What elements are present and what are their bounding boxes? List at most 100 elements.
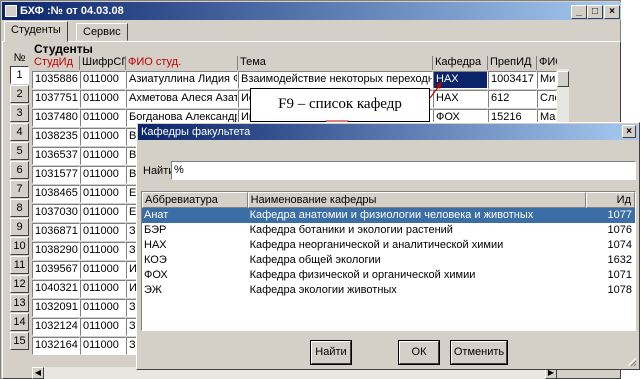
cell-student-id[interactable]: 1040321 bbox=[32, 280, 80, 298]
cell-student-name[interactable]: Ахметова Алеся Азат bbox=[126, 90, 238, 108]
window-titlebar[interactable]: БХФ :№ от 04.03.08 _ □ × bbox=[2, 2, 621, 20]
cell-student-id[interactable]: 1031577 bbox=[32, 166, 80, 184]
list-item[interactable]: Анат Кафедра анатомии и физиологии челове… bbox=[142, 208, 635, 223]
cell-teacher-name[interactable]: Сло bbox=[537, 90, 557, 108]
row-number-button[interactable]: 4 bbox=[10, 123, 29, 141]
cell-topic[interactable]: Взаимодействие некоторых переходных bbox=[238, 71, 433, 89]
dept-abbr: ФОХ bbox=[144, 269, 168, 281]
resize-grip-icon[interactable] bbox=[627, 357, 637, 367]
cell-student-id[interactable]: 1038465 bbox=[32, 185, 80, 203]
col-header-student-name[interactable]: ФИО студ. bbox=[126, 56, 238, 70]
dept-name: Кафедра анатомии и физиологии человека и… bbox=[249, 209, 534, 221]
hint-callout: F9 – список кафедр bbox=[250, 88, 430, 122]
find-button-label: Найти bbox=[315, 346, 347, 358]
cancel-button[interactable]: Отменить bbox=[450, 340, 508, 365]
row-number-button[interactable]: 15 bbox=[10, 332, 29, 350]
ok-button[interactable]: ОК bbox=[398, 340, 440, 365]
tab-service[interactable]: Сервис bbox=[76, 23, 128, 41]
cell-student-id[interactable]: 1036537 bbox=[32, 147, 80, 165]
row-number-button[interactable]: 8 bbox=[10, 199, 29, 217]
cell-student-id[interactable]: 1038235 bbox=[32, 128, 80, 146]
col-header-teacher-name[interactable]: ФИО bbox=[537, 56, 557, 70]
row-number-button[interactable]: 7 bbox=[10, 180, 29, 198]
dialog-close-button[interactable]: × bbox=[622, 125, 636, 138]
cell-student-id[interactable]: 1039567 bbox=[32, 261, 80, 279]
maximize-button[interactable]: □ bbox=[587, 5, 603, 19]
row-number-button[interactable]: 1 bbox=[10, 66, 29, 84]
dept-name: Кафедра общей экологии bbox=[249, 254, 381, 266]
cell-teacher-id[interactable]: 1003417 bbox=[488, 71, 537, 89]
cell-spec-code[interactable]: 011000 bbox=[80, 318, 126, 336]
row-number-button[interactable]: 14 bbox=[10, 313, 29, 331]
cell-spec-code[interactable]: 011000 bbox=[80, 299, 126, 317]
tab-students[interactable]: Студенты bbox=[4, 21, 68, 42]
table-row[interactable]: 1035886 011000 Азиатуллина Лидия Ф Взаимоде… bbox=[32, 71, 557, 89]
cell-spec-code[interactable]: 011000 bbox=[80, 185, 126, 203]
dept-name: Кафедра экологии животных bbox=[249, 284, 397, 296]
cell-student-id[interactable]: 1037480 bbox=[32, 109, 80, 127]
dept-id: 1076 bbox=[607, 224, 632, 236]
dept-id: 1078 bbox=[607, 284, 632, 296]
cell-student-id[interactable]: 1038290 bbox=[32, 242, 80, 260]
find-input[interactable]: % bbox=[171, 161, 636, 180]
row-number-button[interactable]: 2 bbox=[10, 85, 29, 103]
dialog-titlebar[interactable]: Кафедры факультета × bbox=[138, 124, 638, 140]
cell-student-id[interactable]: 1036871 bbox=[32, 223, 80, 241]
cell-spec-code[interactable]: 011000 bbox=[80, 166, 126, 184]
row-number-button[interactable]: 6 bbox=[10, 161, 29, 179]
cell-student-id[interactable]: 1037030 bbox=[32, 204, 80, 222]
col-header-teacher-id[interactable]: ПрепИД bbox=[488, 56, 537, 70]
col-header-id[interactable]: Ид bbox=[586, 192, 635, 208]
cell-student-id[interactable]: 1032164 bbox=[32, 337, 80, 355]
row-number-button[interactable]: 5 bbox=[10, 142, 29, 160]
col-header-dept-name[interactable]: Наименование кафедры bbox=[247, 192, 587, 208]
cell-student-id[interactable]: 1032124 bbox=[32, 318, 80, 336]
col-header-student-id[interactable]: СтудИд bbox=[32, 56, 80, 70]
cell-student-id[interactable]: 1035886 bbox=[32, 71, 80, 89]
dept-id: 1071 bbox=[607, 269, 632, 281]
row-number-button[interactable]: 13 bbox=[10, 294, 29, 312]
row-number-button[interactable]: 10 bbox=[10, 237, 29, 255]
dialog-title: Кафедры факультета bbox=[141, 126, 251, 138]
list-item[interactable]: НАХ Кафедра неорганической и аналитическо… bbox=[142, 238, 635, 253]
list-item[interactable]: ЭЖ Кафедра экологии животных 1078 bbox=[142, 283, 635, 298]
cell-spec-code[interactable]: 011000 bbox=[80, 242, 126, 260]
cell-department[interactable]: НАХ bbox=[433, 71, 488, 89]
row-number-button[interactable]: 12 bbox=[10, 275, 29, 293]
col-header-spec-code[interactable]: ШифрСП bbox=[80, 56, 126, 70]
cell-spec-code[interactable]: 011000 bbox=[80, 337, 126, 355]
list-item[interactable]: БЭР Кафедра ботаники и экологии растений 1… bbox=[142, 223, 635, 238]
cell-department[interactable]: НАХ bbox=[433, 90, 488, 108]
cell-spec-code[interactable]: 011000 bbox=[80, 71, 126, 89]
minimize-button[interactable]: _ bbox=[571, 5, 587, 19]
scroll-left-icon[interactable]: ◀ bbox=[32, 367, 44, 379]
cell-spec-code[interactable]: 011000 bbox=[80, 147, 126, 165]
cell-spec-code[interactable]: 011000 bbox=[80, 90, 126, 108]
cell-spec-code[interactable]: 011000 bbox=[80, 109, 126, 127]
cell-teacher-name[interactable]: Ми bbox=[537, 71, 557, 89]
col-header-topic[interactable]: Тема bbox=[238, 56, 433, 70]
cell-student-id[interactable]: 1037751 bbox=[32, 90, 80, 108]
close-button[interactable]: × bbox=[604, 5, 620, 19]
list-item[interactable]: ФОХ Кафедра физической и органической хим… bbox=[142, 268, 635, 283]
dept-name: Кафедра физической и органической химии bbox=[249, 269, 476, 281]
find-button[interactable]: Найти bbox=[310, 340, 352, 365]
row-number-button[interactable]: 9 bbox=[10, 218, 29, 236]
departments-dialog: Кафедры факультета × Найти % Аббревиатур… bbox=[136, 122, 640, 370]
list-item[interactable]: КОЭ Кафедра общей экологии 1632 bbox=[142, 253, 635, 268]
rownum-header: № bbox=[13, 52, 26, 64]
cell-spec-code[interactable]: 011000 bbox=[80, 204, 126, 222]
cell-spec-code[interactable]: 011000 bbox=[80, 128, 126, 146]
row-number-button[interactable]: 11 bbox=[10, 256, 29, 274]
scroll-thumb[interactable] bbox=[557, 71, 569, 87]
cell-spec-code[interactable]: 011000 bbox=[80, 280, 126, 298]
cell-teacher-id[interactable]: 612 bbox=[488, 90, 537, 108]
row-number-button[interactable]: 3 bbox=[10, 104, 29, 122]
cell-spec-code[interactable]: 011000 bbox=[80, 223, 126, 241]
cell-student-id[interactable]: 1032091 bbox=[32, 299, 80, 317]
col-header-abbr[interactable]: Аббревиатура bbox=[142, 192, 248, 208]
cell-spec-code[interactable]: 011000 bbox=[80, 261, 126, 279]
cell-student-name[interactable]: Азиатуллина Лидия Ф bbox=[126, 71, 238, 89]
col-header-department[interactable]: Кафедра bbox=[433, 56, 488, 70]
dept-abbr: ЭЖ bbox=[144, 284, 162, 296]
